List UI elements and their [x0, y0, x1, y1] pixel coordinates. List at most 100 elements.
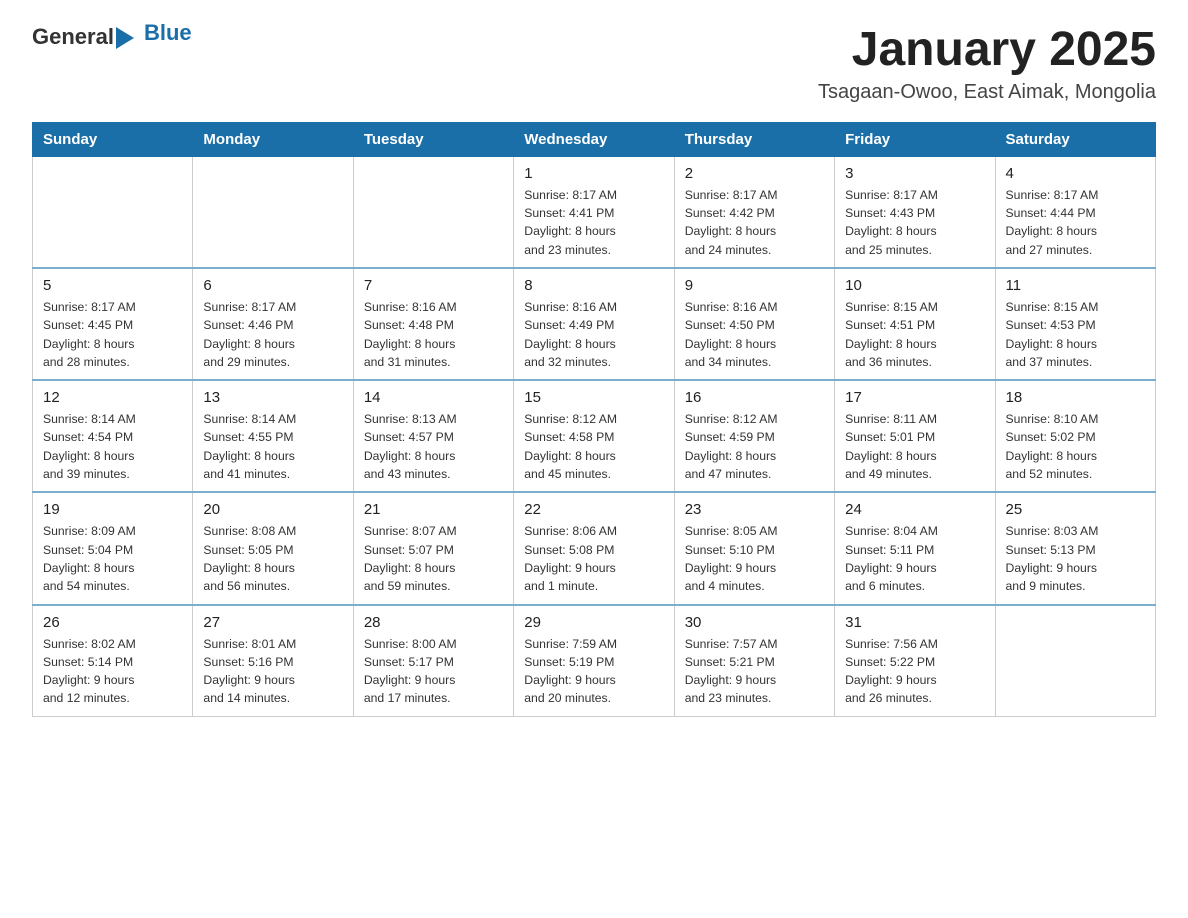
day-info: Sunrise: 8:08 AM Sunset: 5:05 PM Dayligh…	[203, 522, 342, 595]
day-number: 5	[43, 277, 182, 294]
calendar-day-cell	[33, 156, 193, 268]
calendar-day-cell: 5 Sunrise: 8:17 AM Sunset: 4:45 PM Daylig…	[33, 268, 193, 380]
calendar-day-cell: 7Sunrise: 8:16 AM Sunset: 4:48 PM Daylig…	[353, 268, 513, 380]
weekday-header-thursday: Thursday	[674, 122, 834, 156]
calendar-day-cell: 25 Sunrise: 8:03 AM Sunset: 5:13 PM Dayli…	[995, 492, 1155, 604]
day-info: Sunrise: 8:03 AM Sunset: 5:13 PM Dayligh…	[1006, 522, 1145, 595]
day-info: Sunrise: 8:17 AM Sunset: 4:44 PM Dayligh…	[1006, 186, 1145, 259]
day-info: Sunrise: 8:14 AM Sunset: 4:54 PM Dayligh…	[43, 410, 182, 483]
day-info: Sunrise: 8:06 AM Sunset: 5:08 PM Dayligh…	[524, 522, 663, 595]
calendar-week-row: 1 Sunrise: 8:17 AM Sunset: 4:41 PM Daylig…	[33, 156, 1156, 268]
day-info: Sunrise: 8:01 AM Sunset: 5:16 PM Dayligh…	[203, 635, 342, 708]
day-number: 10	[845, 277, 984, 294]
calendar-day-cell: 31 Sunrise: 7:56 AM Sunset: 5:22 PM Dayli…	[835, 605, 995, 717]
calendar-day-cell: 6 Sunrise: 8:17 AM Sunset: 4:46 PM Daylig…	[193, 268, 353, 380]
calendar-day-cell	[353, 156, 513, 268]
day-info: Sunrise: 8:02 AM Sunset: 5:14 PM Dayligh…	[43, 635, 182, 708]
day-number: 9	[685, 277, 824, 294]
day-number: 18	[1006, 389, 1145, 406]
day-number: 1	[524, 165, 663, 182]
day-number: 13	[203, 389, 342, 406]
day-info: Sunrise: 8:15 AM Sunset: 4:51 PM Dayligh…	[845, 298, 984, 371]
day-number: 29	[524, 614, 663, 631]
day-info: Sunrise: 8:15 AM Sunset: 4:53 PM Dayligh…	[1006, 298, 1145, 371]
day-number: 19	[43, 501, 182, 518]
day-number: 12	[43, 389, 182, 406]
calendar-week-row: 26 Sunrise: 8:02 AM Sunset: 5:14 PM Dayli…	[33, 605, 1156, 717]
logo-triangle-icon	[116, 27, 134, 49]
calendar-day-cell: 12 Sunrise: 8:14 AM Sunset: 4:54 PM Dayli…	[33, 380, 193, 492]
calendar-day-cell: 2 Sunrise: 8:17 AM Sunset: 4:42 PM Daylig…	[674, 156, 834, 268]
logo-general: General	[32, 24, 114, 50]
calendar-day-cell: 15 Sunrise: 8:12 AM Sunset: 4:58 PM Dayli…	[514, 380, 674, 492]
day-info: Sunrise: 8:17 AM Sunset: 4:41 PM Dayligh…	[524, 186, 663, 259]
day-number: 25	[1006, 501, 1145, 518]
calendar-day-cell: 26 Sunrise: 8:02 AM Sunset: 5:14 PM Dayli…	[33, 605, 193, 717]
calendar-day-cell: 19 Sunrise: 8:09 AM Sunset: 5:04 PM Dayli…	[33, 492, 193, 604]
calendar-day-cell: 23 Sunrise: 8:05 AM Sunset: 5:10 PM Dayli…	[674, 492, 834, 604]
day-info: Sunrise: 8:07 AM Sunset: 5:07 PM Dayligh…	[364, 522, 503, 595]
day-info: Sunrise: 8:05 AM Sunset: 5:10 PM Dayligh…	[685, 522, 824, 595]
calendar-day-cell: 11 Sunrise: 8:15 AM Sunset: 4:53 PM Dayli…	[995, 268, 1155, 380]
calendar-day-cell	[193, 156, 353, 268]
day-number: 24	[845, 501, 984, 518]
calendar-day-cell: 22 Sunrise: 8:06 AM Sunset: 5:08 PM Dayli…	[514, 492, 674, 604]
day-number: 17	[845, 389, 984, 406]
day-number: 27	[203, 614, 342, 631]
day-number: 6	[203, 277, 342, 294]
calendar-day-cell: 28 Sunrise: 8:00 AM Sunset: 5:17 PM Dayli…	[353, 605, 513, 717]
day-number: 2	[685, 165, 824, 182]
day-number: 22	[524, 501, 663, 518]
day-info: Sunrise: 8:12 AM Sunset: 4:58 PM Dayligh…	[524, 410, 663, 483]
day-info: Sunrise: 8:11 AM Sunset: 5:01 PM Dayligh…	[845, 410, 984, 483]
day-info: Sunrise: 8:16 AM Sunset: 4:49 PM Dayligh…	[524, 298, 663, 371]
day-info: Sunrise: 8:17 AM Sunset: 4:46 PM Dayligh…	[203, 298, 342, 371]
day-info: Sunrise: 8:17 AM Sunset: 4:43 PM Dayligh…	[845, 186, 984, 259]
day-number: 26	[43, 614, 182, 631]
day-number: 16	[685, 389, 824, 406]
calendar-day-cell: 21 Sunrise: 8:07 AM Sunset: 5:07 PM Dayli…	[353, 492, 513, 604]
calendar-day-cell: 18 Sunrise: 8:10 AM Sunset: 5:02 PM Dayli…	[995, 380, 1155, 492]
calendar-week-row: 19 Sunrise: 8:09 AM Sunset: 5:04 PM Dayli…	[33, 492, 1156, 604]
day-info: Sunrise: 8:12 AM Sunset: 4:59 PM Dayligh…	[685, 410, 824, 483]
calendar-day-cell: 8 Sunrise: 8:16 AM Sunset: 4:49 PM Daylig…	[514, 268, 674, 380]
weekday-header-sunday: Sunday	[33, 122, 193, 156]
day-number: 31	[845, 614, 984, 631]
day-number: 8	[524, 277, 663, 294]
day-info: Sunrise: 7:56 AM Sunset: 5:22 PM Dayligh…	[845, 635, 984, 708]
day-number: 15	[524, 389, 663, 406]
day-info: Sunrise: 8:14 AM Sunset: 4:55 PM Dayligh…	[203, 410, 342, 483]
day-number: 28	[364, 614, 503, 631]
day-info: Sunrise: 7:59 AM Sunset: 5:19 PM Dayligh…	[524, 635, 663, 708]
day-number: 21	[364, 501, 503, 518]
day-info: Sunrise: 8:10 AM Sunset: 5:02 PM Dayligh…	[1006, 410, 1145, 483]
day-info: Sunrise: 7:57 AM Sunset: 5:21 PM Dayligh…	[685, 635, 824, 708]
calendar-day-cell: 3 Sunrise: 8:17 AM Sunset: 4:43 PM Daylig…	[835, 156, 995, 268]
logo-blue: Blue	[144, 20, 192, 46]
day-info: Sunrise: 8:17 AM Sunset: 4:42 PM Dayligh…	[685, 186, 824, 259]
day-info: Sunrise: 8:17 AM Sunset: 4:45 PM Dayligh…	[43, 298, 182, 371]
page-header: General Blue January 2025 Tsagaan-Owoo, …	[32, 24, 1156, 104]
calendar-table: SundayMondayTuesdayWednesdayThursdayFrid…	[32, 122, 1156, 717]
calendar-day-cell: 10 Sunrise: 8:15 AM Sunset: 4:51 PM Dayli…	[835, 268, 995, 380]
day-info: Sunrise: 8:16 AM Sunset: 4:50 PM Dayligh…	[685, 298, 824, 371]
day-number: 3	[845, 165, 984, 182]
day-number: 23	[685, 501, 824, 518]
calendar-week-row: 5 Sunrise: 8:17 AM Sunset: 4:45 PM Daylig…	[33, 268, 1156, 380]
day-number: 11	[1006, 277, 1145, 294]
day-number: 4	[1006, 165, 1145, 182]
day-info: Sunrise: 8:13 AM Sunset: 4:57 PM Dayligh…	[364, 410, 503, 483]
day-number: 30	[685, 614, 824, 631]
calendar-header-row: SundayMondayTuesdayWednesdayThursdayFrid…	[33, 122, 1156, 156]
day-info: Sunrise: 8:09 AM Sunset: 5:04 PM Dayligh…	[43, 522, 182, 595]
day-info: Sunrise: 8:00 AM Sunset: 5:17 PM Dayligh…	[364, 635, 503, 708]
calendar-day-cell: 24Sunrise: 8:04 AM Sunset: 5:11 PM Dayli…	[835, 492, 995, 604]
location-title: Tsagaan-Owoo, East Aimak, Mongolia	[818, 81, 1156, 104]
calendar-day-cell: 9 Sunrise: 8:16 AM Sunset: 4:50 PM Daylig…	[674, 268, 834, 380]
calendar-day-cell: 17 Sunrise: 8:11 AM Sunset: 5:01 PM Dayli…	[835, 380, 995, 492]
weekday-header-wednesday: Wednesday	[514, 122, 674, 156]
weekday-header-monday: Monday	[193, 122, 353, 156]
calendar-day-cell: 27 Sunrise: 8:01 AM Sunset: 5:16 PM Dayli…	[193, 605, 353, 717]
calendar-day-cell: 4 Sunrise: 8:17 AM Sunset: 4:44 PM Daylig…	[995, 156, 1155, 268]
weekday-header-saturday: Saturday	[995, 122, 1155, 156]
